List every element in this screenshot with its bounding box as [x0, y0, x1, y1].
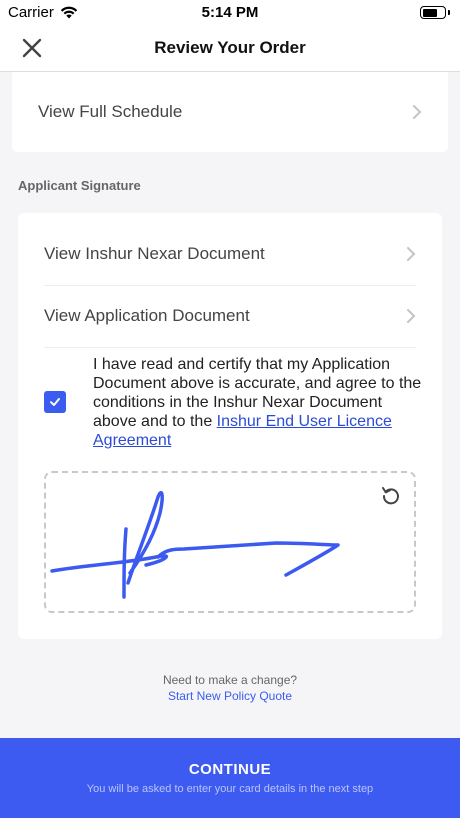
- chevron-right-icon: [407, 309, 416, 323]
- battery-tip: [448, 10, 450, 15]
- signature-drawing: [50, 491, 340, 599]
- signature-pad[interactable]: [44, 471, 416, 613]
- chevron-right-icon: [407, 247, 416, 261]
- chevron-right-icon: [413, 105, 422, 119]
- divider: [44, 347, 416, 348]
- continue-button[interactable]: CONTINUE You will be asked to enter your…: [0, 738, 460, 818]
- nav-bar: Review Your Order: [0, 26, 460, 72]
- signature-card: View Inshur Nexar Document View Applicat…: [18, 213, 442, 639]
- status-time: 5:14 PM: [201, 4, 259, 21]
- row-label: View Inshur Nexar Document: [44, 244, 265, 263]
- certify-checkbox[interactable]: [44, 391, 66, 413]
- reset-icon[interactable]: [380, 485, 402, 507]
- start-new-policy-quote-link[interactable]: Start New Policy Quote: [0, 689, 460, 703]
- schedule-card: View Full Schedule: [12, 72, 448, 152]
- continue-label: CONTINUE: [188, 761, 272, 778]
- page-title: Review Your Order: [154, 38, 306, 57]
- continue-sublabel: You will be asked to enter your card det…: [86, 783, 374, 795]
- view-full-schedule-row[interactable]: View Full Schedule: [12, 72, 448, 152]
- view-full-schedule-label: View Full Schedule: [38, 102, 183, 121]
- row-label: View Application Document: [44, 306, 250, 325]
- checkmark-icon: [50, 398, 60, 406]
- battery-icon: [420, 6, 446, 19]
- view-inshur-nexar-document-row[interactable]: View Inshur Nexar Document: [18, 223, 442, 285]
- status-bar: Carrier 5:14 PM: [0, 0, 460, 26]
- section-title-applicant-signature: Applicant Signature: [18, 178, 141, 193]
- certify-text: I have read and certify that my Applicat…: [93, 355, 423, 450]
- view-application-document-row[interactable]: View Application Document: [18, 285, 442, 347]
- change-prompt: Need to make a change?: [162, 673, 298, 687]
